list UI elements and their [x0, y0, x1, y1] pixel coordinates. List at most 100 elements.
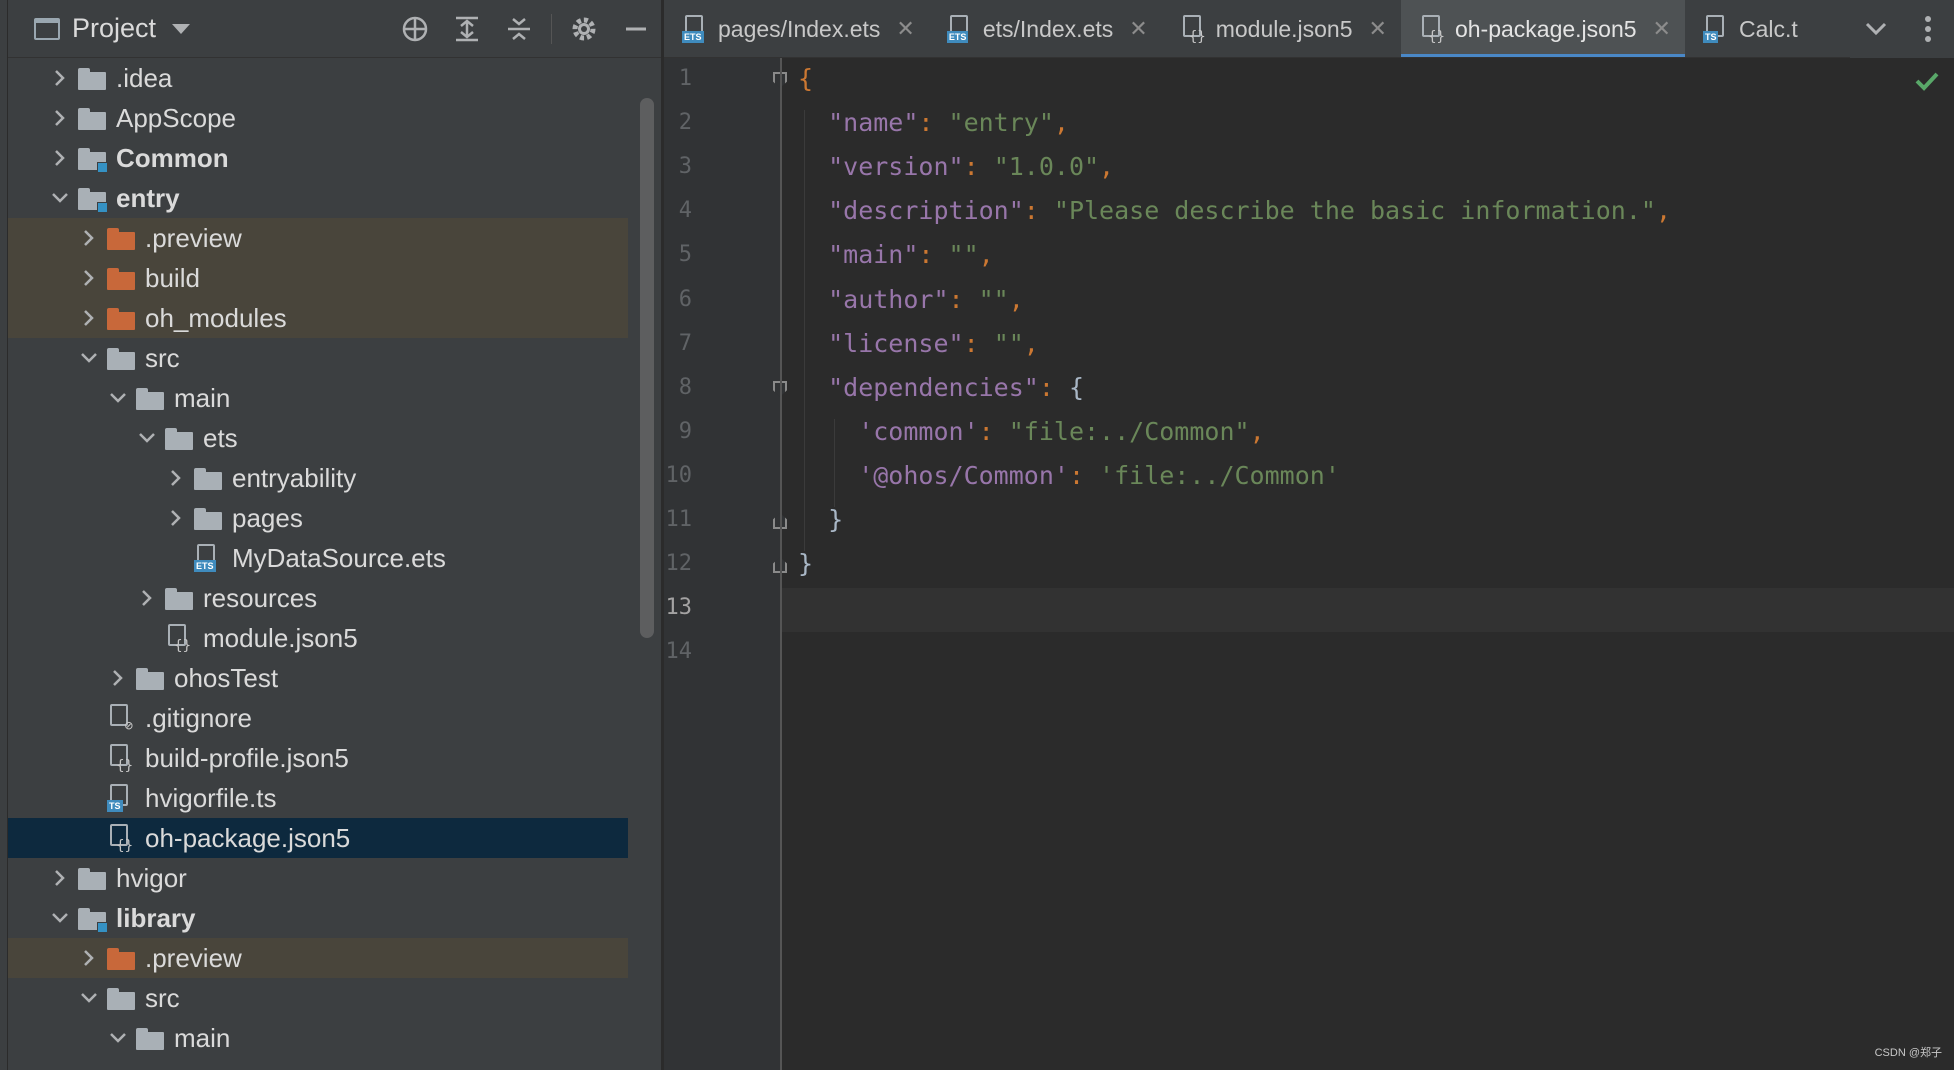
folder-icon — [78, 108, 106, 130]
tree-item[interactable]: src — [8, 978, 628, 1018]
hide-panel-button[interactable] — [610, 0, 661, 58]
line-number-gutter[interactable]: 1 2 3 4 5 6 7 8 9 10 11 12 13 14 — [664, 58, 787, 1070]
folder-icon — [136, 668, 164, 690]
code-token: 'file:../Common' — [1099, 460, 1340, 490]
excluded-folder-icon — [107, 308, 135, 330]
code-token: "dependencies" — [798, 372, 1039, 402]
chevron-down-icon[interactable] — [106, 378, 130, 418]
editor-tab[interactable]: {} module.json5 ✕ — [1162, 0, 1401, 57]
code-token: : — [963, 152, 994, 182]
tree-item[interactable]: {} oh-package.json5 — [8, 818, 628, 858]
chevron-right-icon[interactable] — [48, 98, 72, 138]
chevron-right-icon[interactable] — [106, 658, 130, 698]
tree-item[interactable]: build — [8, 258, 628, 298]
code-token: , — [1053, 108, 1069, 138]
code-line: "main": "", — [798, 240, 994, 269]
editor-tab[interactable]: TS Calc.t — [1685, 0, 1812, 57]
chevron-right-icon[interactable] — [48, 138, 72, 178]
tree-item[interactable]: main — [8, 378, 628, 418]
tree-item[interactable]: {} module.json5 — [8, 618, 628, 658]
close-icon[interactable]: ✕ — [1369, 16, 1387, 42]
json5-file-icon: {} — [107, 824, 133, 854]
tree-item-label: oh_modules — [145, 303, 287, 333]
chevron-right-icon[interactable] — [48, 858, 72, 898]
code-token: 'common' — [798, 416, 979, 446]
code-line: "version": "1.0.0", — [798, 152, 1114, 181]
tree-item[interactable]: hvigor — [8, 858, 628, 898]
chevron-down-icon[interactable] — [48, 898, 72, 938]
tree-item[interactable]: oh_modules — [8, 298, 628, 338]
line-number: 11 — [665, 507, 693, 532]
folder-icon — [194, 508, 222, 530]
select-opened-file-button[interactable] — [389, 0, 441, 58]
tree-item[interactable]: library — [8, 898, 628, 938]
tab-options-button[interactable] — [1902, 0, 1954, 58]
tree-item-label: main — [174, 383, 231, 413]
chevron-right-icon[interactable] — [48, 58, 72, 98]
collapse-all-button[interactable] — [493, 0, 545, 58]
chevron-down-icon[interactable] — [48, 178, 72, 218]
tree-item[interactable]: Common — [8, 138, 628, 178]
no-problems-check-icon[interactable] — [1914, 70, 1940, 97]
tree-item[interactable]: TS hvigorfile.ts — [8, 778, 628, 818]
ts-file-icon: TS — [1702, 15, 1727, 43]
tree-item[interactable]: {} build-profile.json5 — [8, 738, 628, 778]
code-editor[interactable]: { "name": "entry", "version": "1.0.0", "… — [782, 58, 1954, 1070]
tree-item[interactable]: .preview — [8, 218, 628, 258]
json5-file-icon: {} — [1419, 15, 1445, 45]
tab-label: module.json5 — [1215, 15, 1353, 42]
ets-file-icon: ETS — [194, 544, 218, 572]
chevron-right-icon[interactable] — [164, 458, 188, 498]
tree-item-label: AppScope — [116, 103, 236, 133]
line-number: 12 — [665, 551, 693, 577]
chevron-right-icon[interactable] — [77, 218, 101, 258]
code-token: : — [918, 240, 949, 270]
close-icon[interactable]: ✕ — [896, 16, 914, 42]
tree-item[interactable]: entry — [8, 178, 628, 218]
tree-item[interactable]: entryability — [8, 458, 628, 498]
editor-tab[interactable]: {} oh-package.json5 ✕ — [1400, 0, 1685, 57]
editor-tab[interactable]: ETS ets/Index.ets ✕ — [929, 0, 1162, 57]
tree-item[interactable]: resources — [8, 578, 628, 618]
tree-item[interactable]: ⊘ .gitignore — [8, 698, 628, 738]
expand-all-button[interactable] — [441, 0, 493, 58]
project-view-selector[interactable]: Project — [34, 0, 191, 57]
close-icon[interactable]: ✕ — [1653, 16, 1671, 42]
chevron-down-icon[interactable] — [77, 978, 101, 1018]
tree-item[interactable]: AppScope — [8, 98, 628, 138]
chevron-right-icon[interactable] — [77, 938, 101, 978]
line-number: 5 — [678, 242, 692, 268]
gitignore-file-icon: ⊘ — [107, 704, 133, 734]
tree-item[interactable]: pages — [8, 498, 628, 538]
tree-item[interactable]: ETS MyDataSource.ets — [8, 538, 628, 578]
tree-item[interactable]: ohosTest — [8, 658, 628, 698]
line-number: 7 — [678, 330, 692, 356]
excluded-folder-icon — [107, 228, 135, 250]
chevron-right-icon[interactable] — [135, 578, 159, 618]
chevron-right-icon[interactable] — [164, 498, 188, 538]
editor-tab[interactable]: ETS pages/Index.ets ✕ — [664, 0, 929, 57]
chevron-right-icon[interactable] — [77, 258, 101, 298]
line-number: 6 — [678, 286, 692, 312]
editor-tab-bar: ETS pages/Index.ets ✕ ETS ets/Index.ets ✕ {} mo… — [664, 0, 1954, 58]
code-token: : — [918, 108, 949, 138]
tree-item[interactable]: main — [8, 1018, 628, 1058]
close-icon[interactable]: ✕ — [1129, 16, 1147, 42]
chevron-down-icon[interactable] — [106, 1018, 130, 1058]
show-hidden-tabs-button[interactable] — [1850, 0, 1902, 58]
chevron-down-icon[interactable] — [77, 338, 101, 378]
folder-icon — [136, 1028, 164, 1050]
line-number: 9 — [678, 418, 692, 444]
tab-label: ets/Index.ets — [982, 15, 1114, 42]
tree-item[interactable]: src — [8, 338, 628, 378]
left-tool-strip — [0, 0, 8, 1070]
tree-item[interactable]: ets — [8, 418, 628, 458]
chevron-down-icon[interactable] — [135, 418, 159, 458]
tree-item-label: hvigor — [116, 863, 187, 893]
tree-item[interactable]: .idea — [8, 58, 628, 98]
tree-item[interactable]: .preview — [8, 938, 628, 978]
tree-item-label: ohosTest — [174, 663, 279, 693]
chevron-right-icon[interactable] — [77, 298, 101, 338]
settings-button[interactable] — [558, 0, 610, 58]
module-folder-icon — [78, 908, 108, 933]
